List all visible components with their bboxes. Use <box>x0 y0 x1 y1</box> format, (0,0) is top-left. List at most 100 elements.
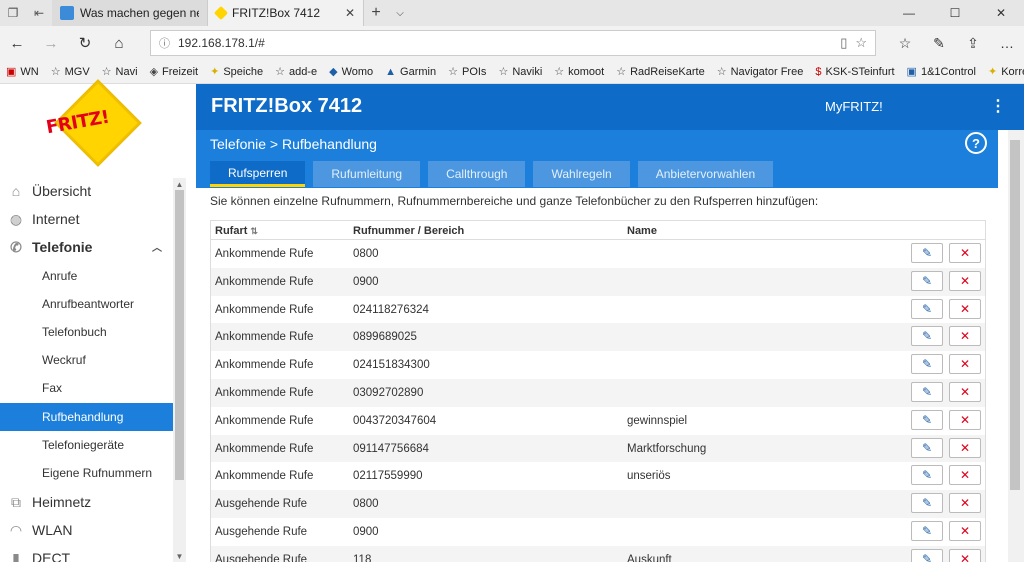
sidebar-item-weckruf[interactable]: Weckruf <box>0 346 173 374</box>
edit-button[interactable]: ✎ <box>911 298 943 319</box>
scroll-down-icon[interactable]: ▼ <box>173 550 186 562</box>
share-icon[interactable]: ⇪ <box>956 26 990 60</box>
favorite-item[interactable]: ☆ RadReiseKarte <box>616 65 704 79</box>
tab-manager-icon[interactable]: ❐ <box>0 0 26 26</box>
sidebar-item-fax[interactable]: Fax <box>0 374 173 402</box>
delete-button[interactable]: ✕ <box>949 493 981 514</box>
tab-callthrough[interactable]: Callthrough <box>428 161 526 187</box>
tab-anbietervorwahlen[interactable]: Anbietervorwahlen <box>637 161 774 187</box>
table-row: Ankommende Rufe 024151834300 ✎ ✕ <box>211 351 985 379</box>
favorite-item[interactable]: ✦Korrell <box>988 65 1024 79</box>
edit-button[interactable]: ✎ <box>911 381 943 402</box>
close-tab-icon[interactable]: ✕ <box>345 6 355 20</box>
favorite-item[interactable]: ☆ add-e <box>275 65 317 79</box>
browser-tab-2[interactable]: FRITZ!Box 7412 ✕ <box>208 0 364 26</box>
sidebar-item-telefonie[interactable]: ✆ Telefonie ︿ <box>0 233 173 261</box>
delete-button[interactable]: ✕ <box>949 354 981 375</box>
maximize-icon[interactable]: ☐ <box>932 0 978 26</box>
tab-rufumleitung[interactable]: Rufumleitung <box>313 161 421 187</box>
sidebar-item-uebersicht[interactable]: ⌂ Übersicht <box>0 177 173 205</box>
favorite-item[interactable]: ☆ MGV <box>51 65 90 79</box>
favorite-item[interactable]: $ KSK-STeinfurt <box>815 66 894 78</box>
favorite-item[interactable]: ☆ Navi <box>102 65 138 79</box>
edit-button[interactable]: ✎ <box>911 437 943 458</box>
edit-button[interactable]: ✎ <box>911 465 943 486</box>
star-icon[interactable]: ☆ <box>855 35 867 51</box>
sidebar-item-anrufbeantworter[interactable]: Anrufbeantworter <box>0 290 173 318</box>
sidebar-item-eigene-rufnummern[interactable]: Eigene Rufnummern <box>0 459 173 487</box>
favorite-item[interactable]: ☆ komoot <box>554 65 604 79</box>
column-header-rufart[interactable]: Rufart ⇅ <box>215 225 258 237</box>
fritz-logo[interactable]: FRITZ! <box>0 80 196 166</box>
sort-icon[interactable]: ⇅ <box>250 226 258 236</box>
scroll-up-icon[interactable]: ▲ <box>173 178 186 190</box>
edit-button[interactable]: ✎ <box>911 409 943 430</box>
edit-button[interactable]: ✎ <box>911 270 943 291</box>
favorite-item[interactable]: ☆ POIs <box>448 65 486 79</box>
favorite-item[interactable]: ▲ Garmin <box>385 66 436 78</box>
edit-button[interactable]: ✎ <box>911 548 943 562</box>
edit-button[interactable]: ✎ <box>911 326 943 347</box>
sidebar-item-dect[interactable]: ▮ DECT <box>0 544 173 562</box>
chevron-down-icon[interactable]: ⌵ <box>388 0 412 26</box>
sidebar-item-rufbehandlung[interactable]: Rufbehandlung <box>0 403 173 431</box>
sidebar-item-anrufe[interactable]: Anrufe <box>0 262 173 290</box>
sidebar-item-heimnetz[interactable]: ⧉ Heimnetz <box>0 488 173 516</box>
table-row: Ankommende Rufe 0900 ✎ ✕ <box>211 267 985 296</box>
reading-view-icon[interactable]: ▯ <box>840 35 847 51</box>
delete-button[interactable]: ✕ <box>949 298 981 319</box>
myfritz-link[interactable]: MyFRITZ! <box>825 99 883 114</box>
address-bar[interactable]: ⓘ 192.168.178.1/# ▯ ☆ <box>150 30 876 56</box>
edit-button[interactable]: ✎ <box>911 493 943 514</box>
sidebar-item-telefonbuch[interactable]: Telefonbuch <box>0 318 173 346</box>
delete-button[interactable]: ✕ <box>949 548 981 562</box>
sidebar-scroll-thumb[interactable] <box>175 190 184 480</box>
delete-button[interactable]: ✕ <box>949 409 981 430</box>
refresh-icon[interactable]: ↻ <box>68 26 102 60</box>
delete-button[interactable]: ✕ <box>949 243 981 263</box>
cell-rufnummer: 0800 <box>353 498 379 511</box>
star-icon: ☆ <box>554 66 565 78</box>
info-icon[interactable]: ⓘ <box>159 35 170 51</box>
favorite-item[interactable]: ▣ 1&1Control <box>907 65 976 79</box>
home-icon[interactable]: ⌂ <box>102 26 136 60</box>
favorite-item[interactable]: ✦ Speiche <box>210 65 263 79</box>
browser-tab-1[interactable]: Was machen gegen nervige <box>52 0 208 26</box>
favorite-item[interactable]: ☆ Navigator Free <box>717 65 804 79</box>
delete-button[interactable]: ✕ <box>949 520 981 541</box>
more-icon[interactable]: … <box>990 26 1024 60</box>
delete-button[interactable]: ✕ <box>949 381 981 402</box>
help-icon[interactable]: ? <box>965 132 987 154</box>
edit-button[interactable]: ✎ <box>911 520 943 541</box>
tab-rufsperren[interactable]: Rufsperren <box>210 161 306 187</box>
kebab-menu-icon[interactable]: ⋮ <box>990 96 1006 116</box>
chevron-up-icon[interactable]: ︿ <box>152 239 162 254</box>
tab-title: FRITZ!Box 7412 <box>232 6 321 20</box>
favorite-item[interactable]: ◆ Womo <box>329 65 373 79</box>
page-scroll-thumb[interactable] <box>1010 140 1020 490</box>
delete-button[interactable]: ✕ <box>949 326 981 347</box>
tab-wahlregeln[interactable]: Wahlregeln <box>533 161 630 187</box>
tab-back-icon[interactable]: ⇤ <box>26 0 52 26</box>
favorite-item[interactable]: ◈ Freizeit <box>150 65 199 79</box>
favorite-item[interactable]: ☆ Naviki <box>498 65 542 79</box>
favorites-icon[interactable]: ☆ <box>888 26 922 60</box>
minimize-icon[interactable]: — <box>886 0 932 26</box>
delete-button[interactable]: ✕ <box>949 270 981 291</box>
sidebar-item-telefoniegeraete[interactable]: Telefoniegeräte <box>0 431 173 459</box>
cell-rufart: Ankommende Rufe <box>215 275 314 288</box>
delete-button[interactable]: ✕ <box>949 465 981 486</box>
delete-button[interactable]: ✕ <box>949 437 981 458</box>
favorite-item[interactable]: ▣ WN <box>6 65 39 79</box>
new-tab-icon[interactable]: + <box>364 0 388 26</box>
edit-button[interactable]: ✎ <box>911 354 943 375</box>
edit-button[interactable]: ✎ <box>911 243 943 263</box>
favorites-bar: ▣ WN ☆ MGV ☆ Navi ◈ Freizeit ✦ Speiche ☆ add-e… <box>0 60 1024 84</box>
sidebar-item-internet[interactable]: ◍ Internet <box>0 205 173 233</box>
forward-icon[interactable]: → <box>34 26 68 60</box>
sidebar-item-wlan[interactable]: ◠ WLAN <box>0 516 173 544</box>
back-icon[interactable]: ← <box>0 26 34 60</box>
close-icon[interactable]: ✕ <box>978 0 1024 26</box>
pen-icon[interactable]: ✎ <box>922 26 956 60</box>
url-text[interactable]: 192.168.178.1/# <box>178 36 832 50</box>
